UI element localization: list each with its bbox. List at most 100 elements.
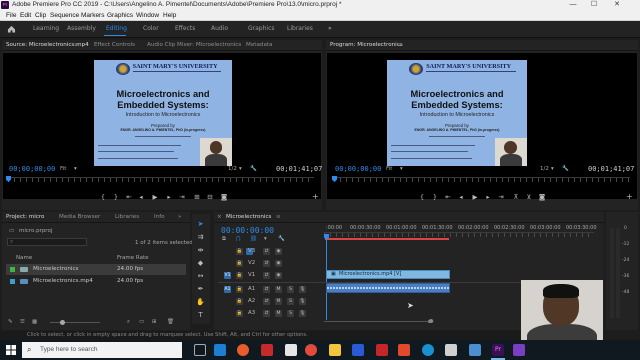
tab-libraries[interactable]: Libraries [115,214,139,220]
home-icon[interactable] [7,25,16,33]
workspace-libraries[interactable]: Libraries [287,25,313,32]
microphone-icon[interactable]: 🎙 [299,298,306,305]
tab-metadata[interactable]: Metadata [246,42,273,48]
source-fit-select[interactable]: Fit [60,166,66,172]
icon-view-icon[interactable]: ▦ [32,319,37,325]
camera-icon[interactable]: ◙ [220,193,228,201]
search-icon[interactable]: ⌕ [127,319,130,326]
track-select-tool-icon[interactable]: ⇉ [196,233,205,242]
eye-icon[interactable]: ◉ [275,248,282,255]
track-header-v3[interactable]: 🔒 V3 ⇵ ◉ [218,246,324,257]
solo-button[interactable]: S [287,286,294,293]
wrench-icon[interactable]: 🔧 [250,166,257,172]
close-button[interactable]: ✕ [610,0,624,10]
zoom-slider[interactable] [50,322,100,323]
menu-graphics[interactable]: Graphics [107,10,133,21]
menu-edit[interactable]: Edit [20,10,31,21]
workspace-audio[interactable]: Audio [211,25,228,32]
overwrite-icon[interactable]: ⊟ [206,193,214,201]
go-to-out-icon[interactable]: ⇥ [497,193,505,201]
source-timecode[interactable]: 00;00;00;00 [9,165,55,173]
timeline-scrollbar[interactable] [324,321,434,322]
media-player-icon[interactable] [237,344,249,356]
solo-button[interactable]: S [287,298,294,305]
play-icon[interactable]: ▶ [471,193,479,201]
menu-window[interactable]: Window [136,10,159,21]
workspace-color[interactable]: Color [143,25,159,32]
column-frame-rate[interactable]: Frame Rate [117,255,149,261]
pen-tool-icon[interactable]: ✒ [196,285,205,294]
timeline-ruler[interactable]: :00:00 00:00:30:00 00:01:00:00 00:01:30:… [324,225,597,240]
chevron-down-icon[interactable]: ▾ [551,166,554,172]
sync-lock-icon[interactable]: ⇵ [263,310,270,317]
sync-lock-icon[interactable]: ⇵ [263,260,270,267]
new-item-icon[interactable]: ⊞ [152,319,157,325]
column-name[interactable]: Name [16,255,32,261]
menu-icon[interactable]: ≡ [276,214,281,220]
close-icon[interactable]: × [217,214,222,220]
workspace-graphics[interactable]: Graphics [248,25,275,32]
app-icon[interactable] [513,344,525,356]
menu-icon[interactable]: ≡ [398,42,403,48]
wrench-icon[interactable]: 🔧 [562,166,569,172]
add-button-icon[interactable]: + [626,192,633,201]
mute-button[interactable]: M [275,286,282,293]
track-header-a1[interactable]: A1 🔒 A1 ⇵ M S 🎙 [218,284,324,295]
type-tool-icon[interactable]: T [196,311,205,320]
task-view-icon[interactable] [194,344,206,356]
go-to-in-icon[interactable]: ⇤ [125,193,133,201]
mute-button[interactable]: M [275,310,282,317]
sync-lock-icon[interactable]: ⇵ [263,286,270,293]
razor-tool-icon[interactable]: ◆ [196,259,205,268]
workspace-learning[interactable]: Learning [33,25,59,32]
lock-icon[interactable]: 🔒 [236,310,243,317]
solo-button[interactable]: S [287,310,294,317]
zoom-slider-handle[interactable] [60,320,65,325]
video-clip[interactable]: ▣ Microelectronics.mp4 [V] [326,270,450,279]
project-item-row[interactable]: Microelectronics.mp4 24.00 fps [6,276,186,287]
sync-lock-icon[interactable]: ⇵ [263,272,270,279]
menu-markers[interactable]: Markers [81,10,104,21]
workspace-editing[interactable]: Editing [106,25,127,32]
tab-sequence[interactable]: Microelectronics [226,214,271,220]
step-back-icon[interactable]: ◂ [457,193,465,201]
source-patch-v1[interactable]: V1 [224,272,231,279]
netflix-icon[interactable] [261,344,273,356]
selection-tool-icon[interactable]: ➤ [196,220,205,229]
microphone-icon[interactable]: 🎙 [299,286,306,293]
minimize-button[interactable]: — [566,0,580,10]
tab-media-browser[interactable]: Media Browser [59,214,100,220]
extract-icon[interactable]: ⊻ [525,193,533,201]
audio-clip-a1[interactable] [326,283,450,293]
go-to-in-icon[interactable]: ⇤ [444,193,452,201]
workspace-effects[interactable]: Effects [175,25,195,32]
windows-start-icon[interactable] [6,345,16,355]
workspace-more-button[interactable]: » [328,25,332,32]
lock-icon[interactable]: 🔒 [236,260,243,267]
app-icon[interactable] [398,344,410,356]
wrench-icon[interactable]: 🔧 [278,236,285,242]
chevron-down-icon[interactable]: ▾ [239,166,242,172]
lift-icon[interactable]: ⊼ [512,193,520,201]
store-icon[interactable] [214,344,226,356]
tab-info[interactable]: Info [154,214,165,220]
mark-out-icon[interactable]: } [431,193,439,201]
menu-icon[interactable]: ≡ [74,42,79,48]
snap-icon[interactable]: ⋂ [236,236,241,242]
step-back-icon[interactable]: ◂ [137,193,145,201]
play-icon[interactable]: ▶ [151,193,159,201]
taskbar-search-box[interactable]: ⌕ Type here to search [22,342,182,358]
eye-icon[interactable]: ◉ [275,272,282,279]
menu-sequence[interactable]: Sequence [50,10,79,21]
list-view-icon[interactable]: ☰ [20,319,25,325]
chrome-icon[interactable] [305,344,317,356]
project-search-input[interactable]: ⌕ [7,238,87,246]
program-timecode[interactable]: 00;00;00;00 [335,165,381,173]
pencil-icon[interactable]: ✎ [8,319,13,325]
panel-more-button[interactable]: » [178,214,181,220]
menu-help[interactable]: Help [163,10,176,21]
program-resolution-select[interactable]: 1/2 [540,166,549,172]
source-patch-a1[interactable]: A1 [224,286,231,293]
tab-project[interactable]: Project: micro [6,214,44,220]
program-fit-select[interactable]: Fit [386,166,392,172]
